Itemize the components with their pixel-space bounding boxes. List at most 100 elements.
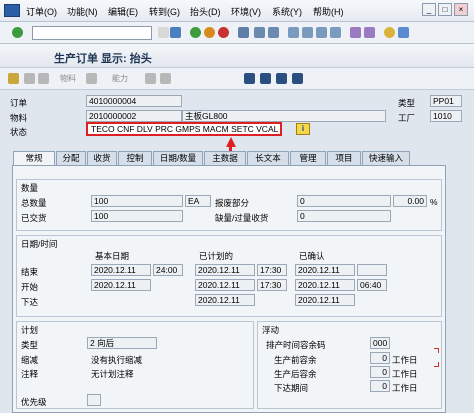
- first-page-icon[interactable]: [288, 27, 299, 38]
- scrap-percent-field[interactable]: 0.00: [393, 195, 427, 207]
- plan-group-title: 计划: [21, 325, 39, 335]
- layout-menu-icon[interactable]: [398, 27, 409, 38]
- delivered-field[interactable]: 100: [91, 210, 183, 222]
- find-next-icon[interactable]: [268, 27, 279, 38]
- menu-bar: 订单(O) 功能(N) 编辑(E) 转到(G) 抬头(D) 环境(V) 系统(Y…: [0, 0, 474, 22]
- new-session-icon[interactable]: [350, 27, 361, 38]
- schedule-icon[interactable]: [260, 73, 271, 84]
- start-basic-date-field[interactable]: 2020.12.11: [91, 279, 151, 291]
- release-icon[interactable]: [292, 73, 303, 84]
- capacity-button[interactable]: 能力: [112, 73, 128, 84]
- menu-help[interactable]: 帮助(H): [313, 5, 344, 18]
- last-page-icon[interactable]: [330, 27, 341, 38]
- float-before-unit: 工作日: [392, 355, 418, 365]
- material-field[interactable]: 2010000002: [86, 110, 182, 122]
- plan-group: 计划 类型 2 向后 缩减 没有执行缩减 注释 无计划注释 优先级: [16, 321, 254, 409]
- tab-quick-entry[interactable]: 快速输入: [362, 151, 410, 165]
- availability-icon[interactable]: [276, 73, 287, 84]
- total-quantity-label: 总数量: [21, 198, 47, 208]
- tab-items[interactable]: 项目: [327, 151, 361, 165]
- corner-marker-icon: [434, 348, 439, 353]
- menu-function[interactable]: 功能(N): [67, 5, 98, 18]
- cancel-icon[interactable]: [218, 27, 229, 38]
- menu-header[interactable]: 抬头(D): [190, 5, 221, 18]
- menu-goto[interactable]: 转到(G): [149, 5, 180, 18]
- priority-field[interactable]: [87, 394, 101, 406]
- pointer-icon[interactable]: [145, 73, 156, 84]
- dropdown-icon[interactable]: [158, 27, 169, 38]
- start-label: 开始: [21, 282, 39, 292]
- priority-label: 优先级: [21, 397, 47, 407]
- plant-label: 工厂: [398, 113, 416, 123]
- order-number-field[interactable]: 4010000004: [86, 95, 182, 107]
- end-confirmed-date-field[interactable]: 2020.12.11: [295, 264, 355, 276]
- scrap-field[interactable]: 0: [297, 195, 391, 207]
- start-confirmed-date-field[interactable]: 2020.12.11: [295, 279, 355, 291]
- menu-system[interactable]: 系统(Y): [272, 5, 302, 18]
- help-icon[interactable]: [384, 27, 395, 38]
- tab-panel-general: 数量 总数量 100 EA 报废部分 0 0.00 % 已交货 100 缺量/过…: [12, 165, 446, 413]
- header-icon[interactable]: [24, 73, 35, 84]
- find-icon[interactable]: [254, 27, 265, 38]
- unit-field[interactable]: EA: [185, 195, 211, 207]
- exit-icon[interactable]: [204, 27, 215, 38]
- menu-order[interactable]: 订单(O): [26, 5, 57, 18]
- tab-master-data[interactable]: 主数据: [204, 151, 246, 165]
- start-confirmed-time-field[interactable]: 06:40: [357, 279, 387, 291]
- tab-dates-quantities[interactable]: 日期/数量: [153, 151, 203, 165]
- shortcut-icon[interactable]: [364, 27, 375, 38]
- operations-icon[interactable]: [38, 73, 49, 84]
- float-before-field[interactable]: 0: [370, 352, 390, 364]
- end-basic-time-field[interactable]: 24:00: [153, 264, 183, 276]
- end-confirmed-time-field[interactable]: [357, 264, 387, 276]
- maximize-icon[interactable]: □: [438, 3, 452, 16]
- save-icon[interactable]: [170, 27, 181, 38]
- tab-general[interactable]: 常规: [13, 151, 55, 166]
- material-description-field: 主板GL800: [182, 110, 386, 122]
- tab-long-text[interactable]: 长文本: [247, 151, 289, 165]
- sched-margin-field[interactable]: 000: [370, 337, 390, 349]
- display-change-icon[interactable]: [8, 73, 19, 84]
- start-scheduled-date-field[interactable]: 2020.12.11: [195, 279, 255, 291]
- material-button[interactable]: 物料: [60, 73, 76, 84]
- float-after-field[interactable]: 0: [370, 366, 390, 378]
- order-type-field[interactable]: PP01: [430, 95, 462, 107]
- application-toolbar: 物料 能力: [0, 68, 474, 90]
- tab-control[interactable]: 控制: [118, 151, 152, 165]
- release-period-field[interactable]: 0: [370, 380, 390, 392]
- menu-environment[interactable]: 环境(V): [231, 5, 261, 18]
- plant-field[interactable]: 1010: [430, 110, 462, 122]
- end-label: 结束: [21, 267, 39, 277]
- costs-icon[interactable]: [244, 73, 255, 84]
- back-icon[interactable]: [190, 27, 201, 38]
- status-info-icon[interactable]: i: [296, 123, 310, 135]
- plan-type-field[interactable]: 2 向后: [87, 337, 157, 349]
- menu-edit[interactable]: 编辑(E): [108, 5, 138, 18]
- minimize-icon[interactable]: _: [422, 3, 436, 16]
- status-field[interactable]: TECO CNF DLV PRC GMPS MACM SETC VCAL: [86, 122, 282, 136]
- enter-icon[interactable]: [12, 27, 23, 38]
- end-basic-date-field[interactable]: 2020.12.11: [91, 264, 151, 276]
- short-over-field[interactable]: 0: [297, 210, 391, 222]
- release-period-unit: 工作日: [392, 383, 418, 393]
- print-icon[interactable]: [238, 27, 249, 38]
- shift-icon[interactable]: [160, 73, 171, 84]
- scheduled-column-header: 已计划的: [199, 251, 234, 261]
- sequence-icon[interactable]: [86, 73, 97, 84]
- page-title: 生产订单 显示: 抬头: [54, 53, 152, 65]
- standard-toolbar: [0, 22, 474, 44]
- prev-page-icon[interactable]: [302, 27, 313, 38]
- command-field[interactable]: [32, 26, 152, 40]
- end-scheduled-date-field[interactable]: 2020.12.11: [195, 264, 255, 276]
- total-quantity-field[interactable]: 100: [91, 195, 183, 207]
- end-scheduled-time-field[interactable]: 17:30: [257, 264, 287, 276]
- tab-administration[interactable]: 管理: [290, 151, 326, 165]
- release-confirmed-date-field[interactable]: 2020.12.11: [295, 294, 355, 306]
- release-scheduled-date-field[interactable]: 2020.12.11: [195, 294, 255, 306]
- short-over-label: 缺量/过量收货: [215, 213, 269, 223]
- close-icon[interactable]: ×: [454, 3, 468, 16]
- next-page-icon[interactable]: [316, 27, 327, 38]
- tab-assignment[interactable]: 分配: [56, 151, 86, 165]
- tab-goods-receipt[interactable]: 收货: [87, 151, 117, 165]
- start-scheduled-time-field[interactable]: 17:30: [257, 279, 287, 291]
